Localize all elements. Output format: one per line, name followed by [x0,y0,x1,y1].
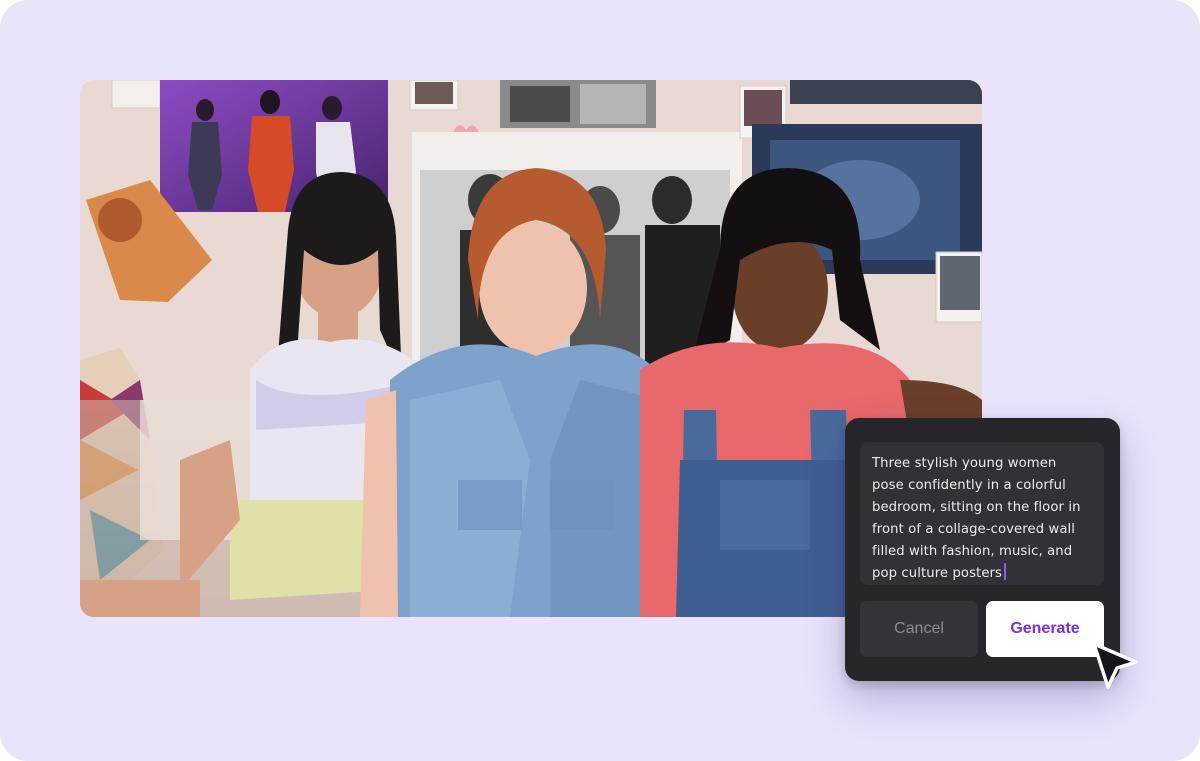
text-caret [1004,563,1007,580]
generate-button[interactable]: Generate [986,601,1104,657]
prompt-textarea[interactable]: Three stylish young women pose confident… [860,442,1104,585]
prompt-dialog: Three stylish young women pose confident… [845,418,1120,681]
prompt-text: Three stylish young women pose confident… [872,456,1081,581]
cancel-button[interactable]: Cancel [860,601,978,657]
canvas-background: Three stylish young women pose confident… [0,0,1200,761]
arrow-pointer-icon [1092,642,1138,689]
